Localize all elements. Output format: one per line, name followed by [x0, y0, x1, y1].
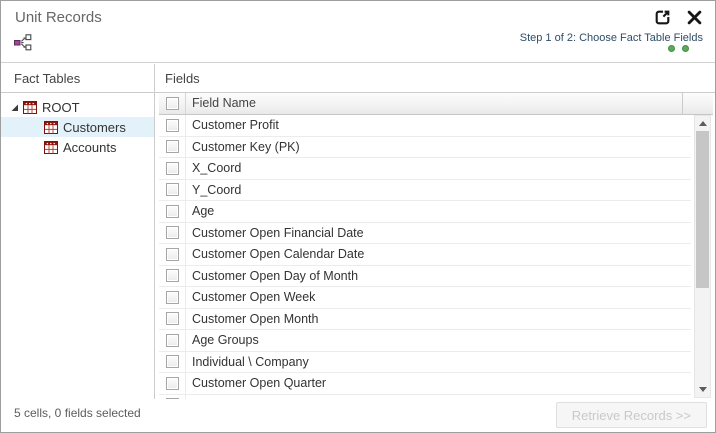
field-checkbox-cell[interactable] [159, 373, 186, 394]
tree-node-label: Accounts [63, 140, 116, 155]
scroll-down-button[interactable] [695, 382, 710, 397]
field-checkbox-cell[interactable] [159, 330, 186, 351]
field-row[interactable]: Customer Open Week [159, 287, 691, 309]
field-row[interactable]: Individual \ Company [159, 352, 691, 374]
field-checkbox-cell[interactable] [159, 352, 186, 373]
field-checkbox-cell[interactable] [159, 115, 186, 136]
field-checkbox-cell[interactable] [159, 287, 186, 308]
field-name: Individual \ Company [186, 355, 691, 369]
fact-tables-panel: Fact Tables ROOT Customer [1, 64, 155, 399]
fact-tables-tree: ROOT Customers Accounts [1, 93, 154, 157]
fields-panel: Fields Field Name Customer ProfitCustome… [155, 64, 715, 399]
tree-node-label: ROOT [42, 100, 80, 115]
field-name: Customer Open Quarter [186, 376, 691, 390]
field-name: Customer Profit [186, 118, 691, 132]
field-row[interactable]: Age [159, 201, 691, 223]
tree-children: Customers Accounts [1, 117, 154, 157]
field-checkbox[interactable] [166, 226, 179, 239]
field-name: X_Coord [186, 161, 691, 175]
field-checkbox-cell[interactable] [159, 137, 186, 158]
field-row[interactable]: Customer Open Quarter [159, 373, 691, 395]
scrollbar-thumb[interactable] [696, 131, 709, 288]
tree-node-label: Customers [63, 120, 126, 135]
close-button[interactable] [683, 6, 705, 28]
field-checkbox-cell[interactable] [159, 223, 186, 244]
field-checkbox-cell[interactable] [159, 158, 186, 179]
tree-node-root[interactable]: ROOT [1, 97, 154, 117]
field-name: Customer Open Week [186, 290, 691, 304]
field-row[interactable]: Customer Open Day of Month [159, 266, 691, 288]
fields-table-header: Field Name [159, 93, 713, 115]
field-name: Customer Open Calendar Date [186, 247, 691, 261]
progress-dot [682, 45, 689, 52]
wizard-step-label: Step 1 of 2: Choose Fact Table Fields [520, 32, 703, 44]
field-checkbox-cell[interactable] [159, 309, 186, 330]
field-name: Age Groups [186, 333, 691, 347]
open-in-new-window-button[interactable] [651, 6, 673, 28]
fields-table-body: Customer Profit Customer Key (PK) X_Coord Y… [159, 115, 691, 399]
field-row[interactable]: Y_Coord [159, 180, 691, 202]
field-checkbox[interactable] [166, 334, 179, 347]
field-checkbox[interactable] [166, 312, 179, 325]
field-name: Customer Key (PK) [186, 140, 691, 154]
open-in-new-window-icon [653, 8, 672, 27]
root-table-icon-slot [23, 101, 42, 114]
retrieve-records-button[interactable]: Retrieve Records >> [556, 402, 707, 428]
dialog-title: Unit Records [15, 9, 102, 26]
fields-panel-header: Fields [155, 64, 715, 93]
field-checkbox[interactable] [166, 140, 179, 153]
wizard-progress-dots [668, 45, 689, 52]
field-name: Customer Open Day of Month [186, 269, 691, 283]
scrollbar-header-spacer [683, 93, 713, 114]
fact-table-icon [44, 121, 58, 134]
vertical-scrollbar[interactable] [694, 115, 711, 398]
fact-tables-panel-header: Fact Tables [1, 64, 154, 93]
tree-node-accounts[interactable]: Accounts [1, 137, 154, 157]
field-checkbox-cell[interactable] [159, 201, 186, 222]
expanded-arrow-icon[interactable] [10, 103, 19, 112]
field-checkbox[interactable] [166, 355, 179, 368]
field-name: Y_Coord [186, 183, 691, 197]
field-name: Customer Open Financial Date [186, 226, 691, 240]
close-icon [687, 10, 702, 25]
header-buttons [651, 6, 705, 28]
field-checkbox[interactable] [166, 183, 179, 196]
field-row[interactable]: Customer Open Calendar Date [159, 244, 691, 266]
field-checkbox[interactable] [166, 119, 179, 132]
field-checkbox-cell[interactable] [159, 180, 186, 201]
field-row[interactable]: Customer Key (PK) [159, 137, 691, 159]
select-all-checkbox[interactable] [166, 97, 179, 110]
field-checkbox[interactable] [166, 205, 179, 218]
scroll-down-icon [699, 387, 707, 392]
field-name: Customer Open Month [186, 312, 691, 326]
dialog-header: Unit Records [1, 1, 715, 63]
field-checkbox[interactable] [166, 248, 179, 261]
select-all-cell[interactable] [159, 93, 186, 114]
fact-table-icon [23, 101, 37, 114]
field-row[interactable]: X_Coord [159, 158, 691, 180]
field-name: Age [186, 204, 691, 218]
unit-records-dialog: Unit Records [0, 0, 716, 433]
field-row[interactable]: Customer Profit [159, 115, 691, 137]
selection-status: 5 cells, 0 fields selected [14, 406, 141, 420]
fields-table: Field Name Customer Profit Customer Key (… [159, 93, 713, 399]
field-name-column-header[interactable]: Field Name [186, 93, 683, 114]
field-checkbox[interactable] [166, 162, 179, 175]
field-checkbox-cell[interactable] [159, 266, 186, 287]
tree-node-customers[interactable]: Customers [1, 117, 154, 137]
fact-table-icon [44, 141, 58, 154]
scroll-up-icon [699, 121, 707, 126]
progress-dot [668, 45, 675, 52]
field-checkbox-cell[interactable] [159, 244, 186, 265]
field-row[interactable]: Customer Open Month [159, 309, 691, 331]
field-checkbox[interactable] [166, 377, 179, 390]
dialog-body: Fact Tables ROOT Customer [1, 64, 715, 399]
field-row[interactable]: Age Groups [159, 330, 691, 352]
scroll-up-button[interactable] [695, 116, 710, 131]
field-checkbox[interactable] [166, 269, 179, 282]
field-checkbox[interactable] [166, 291, 179, 304]
hierarchy-icon[interactable] [14, 34, 32, 51]
field-row[interactable]: Customer Open Financial Date [159, 223, 691, 245]
dialog-footer: 5 cells, 0 fields selected Retrieve Reco… [1, 399, 715, 432]
